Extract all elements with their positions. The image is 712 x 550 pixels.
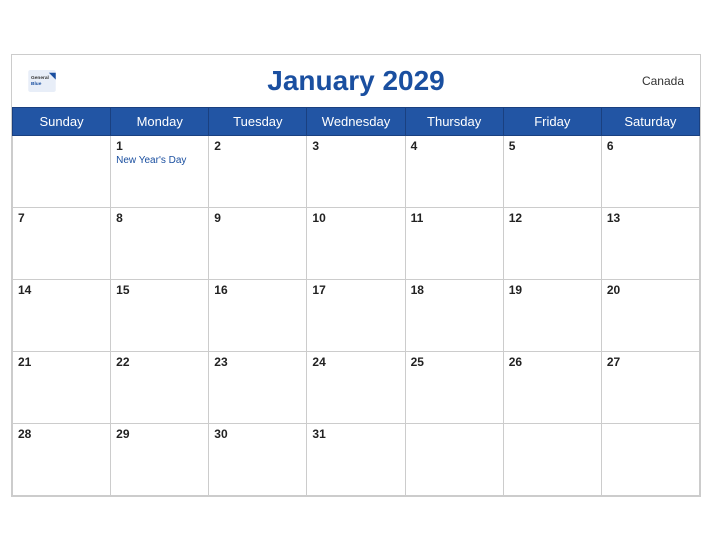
calendar-cell: 2 (209, 135, 307, 207)
calendar-cell (405, 423, 503, 495)
country-label: Canada (642, 74, 684, 88)
day-number: 3 (312, 139, 399, 153)
calendar-cell: 12 (503, 207, 601, 279)
day-number: 23 (214, 355, 301, 369)
calendar-cell: 14 (13, 279, 111, 351)
calendar-cell: 29 (111, 423, 209, 495)
day-number: 26 (509, 355, 596, 369)
calendar-cell: 16 (209, 279, 307, 351)
day-number: 11 (411, 211, 498, 225)
calendar-cell: 22 (111, 351, 209, 423)
day-number: 17 (312, 283, 399, 297)
day-number: 24 (312, 355, 399, 369)
calendar-cell: 31 (307, 423, 405, 495)
calendar-cell: 1 New Year's Day (111, 135, 209, 207)
svg-text:Blue: Blue (31, 81, 42, 87)
day-number: 31 (312, 427, 399, 441)
header-sunday: Sunday (13, 107, 111, 135)
calendar-cell: 19 (503, 279, 601, 351)
svg-text:General: General (31, 74, 49, 80)
day-number: 14 (18, 283, 105, 297)
calendar-table: Sunday Monday Tuesday Wednesday Thursday… (12, 107, 700, 496)
day-number: 6 (607, 139, 694, 153)
calendar-body: 1New Year's Day2345678910111213141516171… (13, 135, 700, 495)
holiday-label: New Year's Day (116, 155, 203, 166)
calendar-cell (601, 423, 699, 495)
day-number: 15 (116, 283, 203, 297)
logo-area: General Blue (28, 70, 56, 92)
day-number: 21 (18, 355, 105, 369)
header-wednesday: Wednesday (307, 107, 405, 135)
calendar-cell: 28 (13, 423, 111, 495)
calendar-cell: 8 (111, 207, 209, 279)
day-number: 28 (18, 427, 105, 441)
calendar-cell: 30 (209, 423, 307, 495)
day-number: 20 (607, 283, 694, 297)
header-friday: Friday (503, 107, 601, 135)
week-row-3: 14 15 16 17 18 19 20 (13, 279, 700, 351)
day-number: 13 (607, 211, 694, 225)
calendar-cell: 25 (405, 351, 503, 423)
calendar-cell: 23 (209, 351, 307, 423)
day-number: 16 (214, 283, 301, 297)
day-number: 18 (411, 283, 498, 297)
week-row-2: 789 10 11 12 13 (13, 207, 700, 279)
header-thursday: Thursday (405, 107, 503, 135)
calendar-container: General Blue January 2029 Canada Sunday … (11, 54, 701, 497)
calendar-cell: 4 (405, 135, 503, 207)
calendar-title: January 2029 (267, 65, 444, 97)
day-number: 19 (509, 283, 596, 297)
day-number: 9 (214, 211, 301, 225)
calendar-cell: 27 (601, 351, 699, 423)
day-number: 29 (116, 427, 203, 441)
calendar-cell: 11 (405, 207, 503, 279)
calendar-cell: 24 (307, 351, 405, 423)
calendar-cell (503, 423, 601, 495)
day-number: 30 (214, 427, 301, 441)
calendar-cell: 18 (405, 279, 503, 351)
day-number: 27 (607, 355, 694, 369)
calendar-cell: 3 (307, 135, 405, 207)
calendar-cell: 21 (13, 351, 111, 423)
day-number: 5 (509, 139, 596, 153)
day-number: 8 (116, 211, 203, 225)
header-saturday: Saturday (601, 107, 699, 135)
calendar-cell: 26 (503, 351, 601, 423)
day-number: 10 (312, 211, 399, 225)
day-number: 12 (509, 211, 596, 225)
weekday-header-row: Sunday Monday Tuesday Wednesday Thursday… (13, 107, 700, 135)
day-number: 2 (214, 139, 301, 153)
header-monday: Monday (111, 107, 209, 135)
day-number: 25 (411, 355, 498, 369)
calendar-cell: 17 (307, 279, 405, 351)
calendar-header: General Blue January 2029 Canada (12, 55, 700, 107)
calendar-cell: 6 (601, 135, 699, 207)
calendar-cell: 20 (601, 279, 699, 351)
week-row-5: 28 29 30 31 (13, 423, 700, 495)
day-number: 7 (18, 211, 105, 225)
generalblue-logo-icon: General Blue (28, 70, 56, 92)
calendar-cell: 10 (307, 207, 405, 279)
day-number: 4 (411, 139, 498, 153)
week-row-1: 1 New Year's Day 23456 (13, 135, 700, 207)
calendar-cell: 15 (111, 279, 209, 351)
calendar-cell: 7 (13, 207, 111, 279)
day-number: 22 (116, 355, 203, 369)
day-number: 1 (116, 139, 203, 153)
calendar-cell (13, 135, 111, 207)
week-row-4: 21 22 23 24 25 26 27 (13, 351, 700, 423)
calendar-cell: 5 (503, 135, 601, 207)
header-tuesday: Tuesday (209, 107, 307, 135)
calendar-cell: 9 (209, 207, 307, 279)
calendar-cell: 13 (601, 207, 699, 279)
